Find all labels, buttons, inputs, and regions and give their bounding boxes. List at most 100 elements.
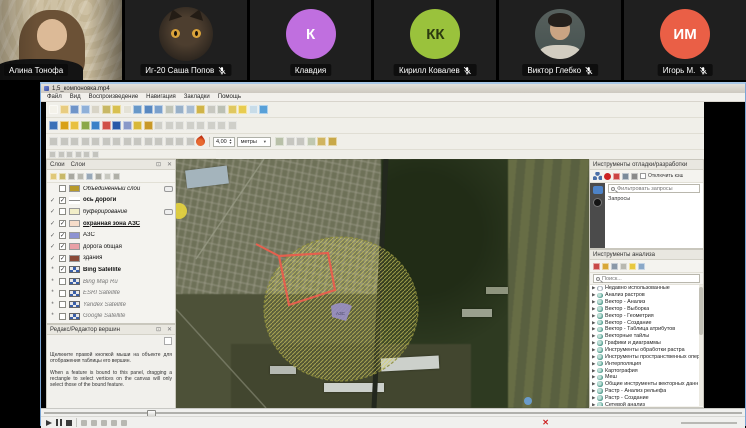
move-label-icon[interactable] — [144, 137, 153, 146]
layer-visibility-checkbox[interactable]: ✓ — [59, 243, 66, 250]
expand-arrow-icon[interactable]: ▶ — [592, 368, 595, 374]
save-as-icon[interactable] — [81, 105, 90, 114]
layer-visibility-checkbox[interactable] — [59, 278, 66, 285]
select-by-expression-icon[interactable] — [70, 137, 79, 146]
save-edits-icon[interactable] — [144, 121, 153, 130]
video-area[interactable]: 4,00 ▲▼ метры ▼ — [41, 102, 745, 408]
redo-icon[interactable] — [228, 121, 237, 130]
algorithm-group-row[interactable]: ▶ Меш — [590, 374, 703, 381]
filter-legend-icon[interactable] — [77, 173, 84, 180]
layer-row[interactable]: ✓ ✓ АЗС — [47, 229, 175, 241]
mute-icon[interactable]: ✕ — [542, 419, 549, 427]
algorithm-group-row[interactable]: ▶ Растр - Создание — [590, 395, 703, 402]
layer-visibility-checkbox[interactable]: ✓ — [59, 197, 66, 204]
deselect-icon[interactable] — [60, 137, 69, 146]
add-group-icon[interactable] — [59, 173, 66, 180]
expand-arrow-icon[interactable]: ▶ — [592, 313, 595, 319]
expand-arrow-icon[interactable]: ▶ — [592, 347, 595, 353]
bookmark-icon[interactable] — [228, 105, 237, 114]
algorithm-group-row[interactable]: ▶ Анализ растров — [590, 292, 703, 299]
circle-tool-icon[interactable] — [66, 151, 73, 158]
filter-by-expression-icon[interactable] — [86, 173, 93, 180]
save-project-icon[interactable] — [70, 105, 79, 114]
history-icon[interactable] — [593, 263, 600, 270]
expand-arrow-icon[interactable]: ▶ — [592, 381, 595, 387]
layer-row[interactable]: ✓ ✓ ось дороги — [47, 195, 175, 207]
add-vector-icon[interactable] — [60, 121, 69, 130]
algorithm-group-row[interactable]: ▶ Инструменты пространственных опер — [590, 353, 703, 360]
layer-row[interactable]: ✓ ✓ охранная зона АЗС — [47, 218, 175, 230]
step-back-button[interactable] — [81, 420, 87, 426]
select-features-icon[interactable] — [49, 137, 58, 146]
map-canvas[interactable]: АЗС — [176, 159, 589, 408]
results-viewer-icon[interactable] — [629, 263, 636, 270]
audio-button[interactable] — [121, 420, 127, 426]
undo-icon[interactable] — [217, 121, 226, 130]
scrollbar-thumb[interactable] — [699, 287, 703, 335]
layer-row[interactable]: Объединенный слой — [47, 183, 175, 195]
edit-model-icon[interactable] — [620, 263, 627, 270]
expand-arrow-icon[interactable]: ▶ — [592, 402, 595, 406]
new-bookmark-icon[interactable] — [238, 105, 247, 114]
menu-item[interactable]: Навигация — [142, 94, 180, 100]
layer-row[interactable]: * Google Satellite — [47, 311, 175, 323]
layers-tab-2[interactable]: Слои — [71, 162, 86, 168]
layer-row[interactable]: * Bing Map Ru — [47, 276, 175, 288]
algorithm-group-row[interactable]: ▶ Картография — [590, 367, 703, 374]
vertex-tool-icon[interactable] — [165, 121, 174, 130]
expand-arrow-icon[interactable]: ▶ — [592, 306, 595, 312]
save-log-icon[interactable] — [622, 173, 629, 180]
network-logger-icon[interactable] — [593, 186, 603, 194]
algorithm-group-row[interactable]: ▶ Векторные тайлы — [590, 333, 703, 340]
run-model-icon[interactable] — [602, 263, 609, 270]
seek-bar[interactable] — [41, 408, 745, 416]
disable-cache-checkbox[interactable] — [640, 173, 646, 179]
layout-manager-icon[interactable] — [102, 105, 111, 114]
identify-icon[interactable] — [207, 105, 216, 114]
expand-arrow-icon[interactable]: ▶ — [592, 333, 595, 339]
menu-item[interactable]: Вид — [66, 94, 85, 100]
volume-slider[interactable] — [681, 422, 737, 424]
layer-visibility-checkbox[interactable] — [59, 185, 66, 192]
pin-labels-icon[interactable] — [123, 137, 132, 146]
field-calculator-icon[interactable] — [91, 137, 100, 146]
menu-item[interactable]: Закладки — [180, 94, 214, 100]
algorithm-group-row[interactable]: ▶ Вектор - Таблица атрибутов — [590, 326, 703, 333]
zoom-next-icon[interactable] — [186, 105, 195, 114]
expand-arrow-icon[interactable]: ▶ — [592, 374, 595, 380]
snap-tolerance-spinner[interactable]: 4,00 ▲▼ — [213, 137, 235, 147]
algorithm-group-row[interactable]: ▶ Недавно использованные — [590, 285, 703, 292]
attributes-icon[interactable] — [196, 105, 205, 114]
filter-requests-input[interactable] — [617, 186, 697, 192]
add-wms-icon[interactable] — [91, 121, 100, 130]
cut-features-icon[interactable] — [186, 121, 195, 130]
participant-tile-igor[interactable]: ИМ Игорь М. — [624, 0, 746, 80]
requests-root-item[interactable]: Запросы — [608, 196, 630, 202]
layers-tab[interactable]: Слои — [50, 162, 65, 168]
remove-layer-icon[interactable] — [113, 173, 120, 180]
expand-arrow-icon[interactable]: ▶ — [592, 285, 595, 291]
add-postgis-icon[interactable] — [112, 121, 121, 130]
toggle-editing-icon[interactable] — [133, 121, 142, 130]
settings-icon[interactable] — [631, 173, 638, 180]
menu-item[interactable]: Помощь — [214, 94, 245, 100]
menu-item[interactable]: Файл — [43, 94, 66, 100]
delete-selected-icon[interactable] — [175, 121, 184, 130]
algorithm-group-row[interactable]: ▶ Растр - Анализ рельефа — [590, 388, 703, 395]
snapping-magnet-icon[interactable] — [194, 135, 207, 148]
add-spatialite-icon[interactable] — [123, 121, 132, 130]
profiler-icon[interactable] — [593, 198, 602, 207]
label-options-icon[interactable] — [112, 137, 121, 146]
expand-arrow-icon[interactable]: ▶ — [592, 361, 595, 367]
clear-log-icon[interactable] — [613, 173, 620, 180]
expand-arrow-icon[interactable]: ▶ — [592, 354, 595, 360]
expand-arrow-icon[interactable]: ▶ — [592, 388, 595, 394]
processing-icon[interactable] — [186, 137, 195, 146]
layer-visibility-checkbox[interactable]: ✓ — [59, 220, 66, 227]
participant-tile-kirill[interactable]: КК Кирилл Ковалев — [374, 0, 496, 80]
zoom-selection-icon[interactable] — [165, 105, 174, 114]
algorithm-group-row[interactable]: ▶ Вектор - Геометрия — [590, 312, 703, 319]
menu-item[interactable]: Воспроизведение — [85, 94, 143, 100]
close-panel-icon[interactable]: ✕ — [167, 327, 172, 333]
diagram-options-icon[interactable] — [175, 137, 184, 146]
